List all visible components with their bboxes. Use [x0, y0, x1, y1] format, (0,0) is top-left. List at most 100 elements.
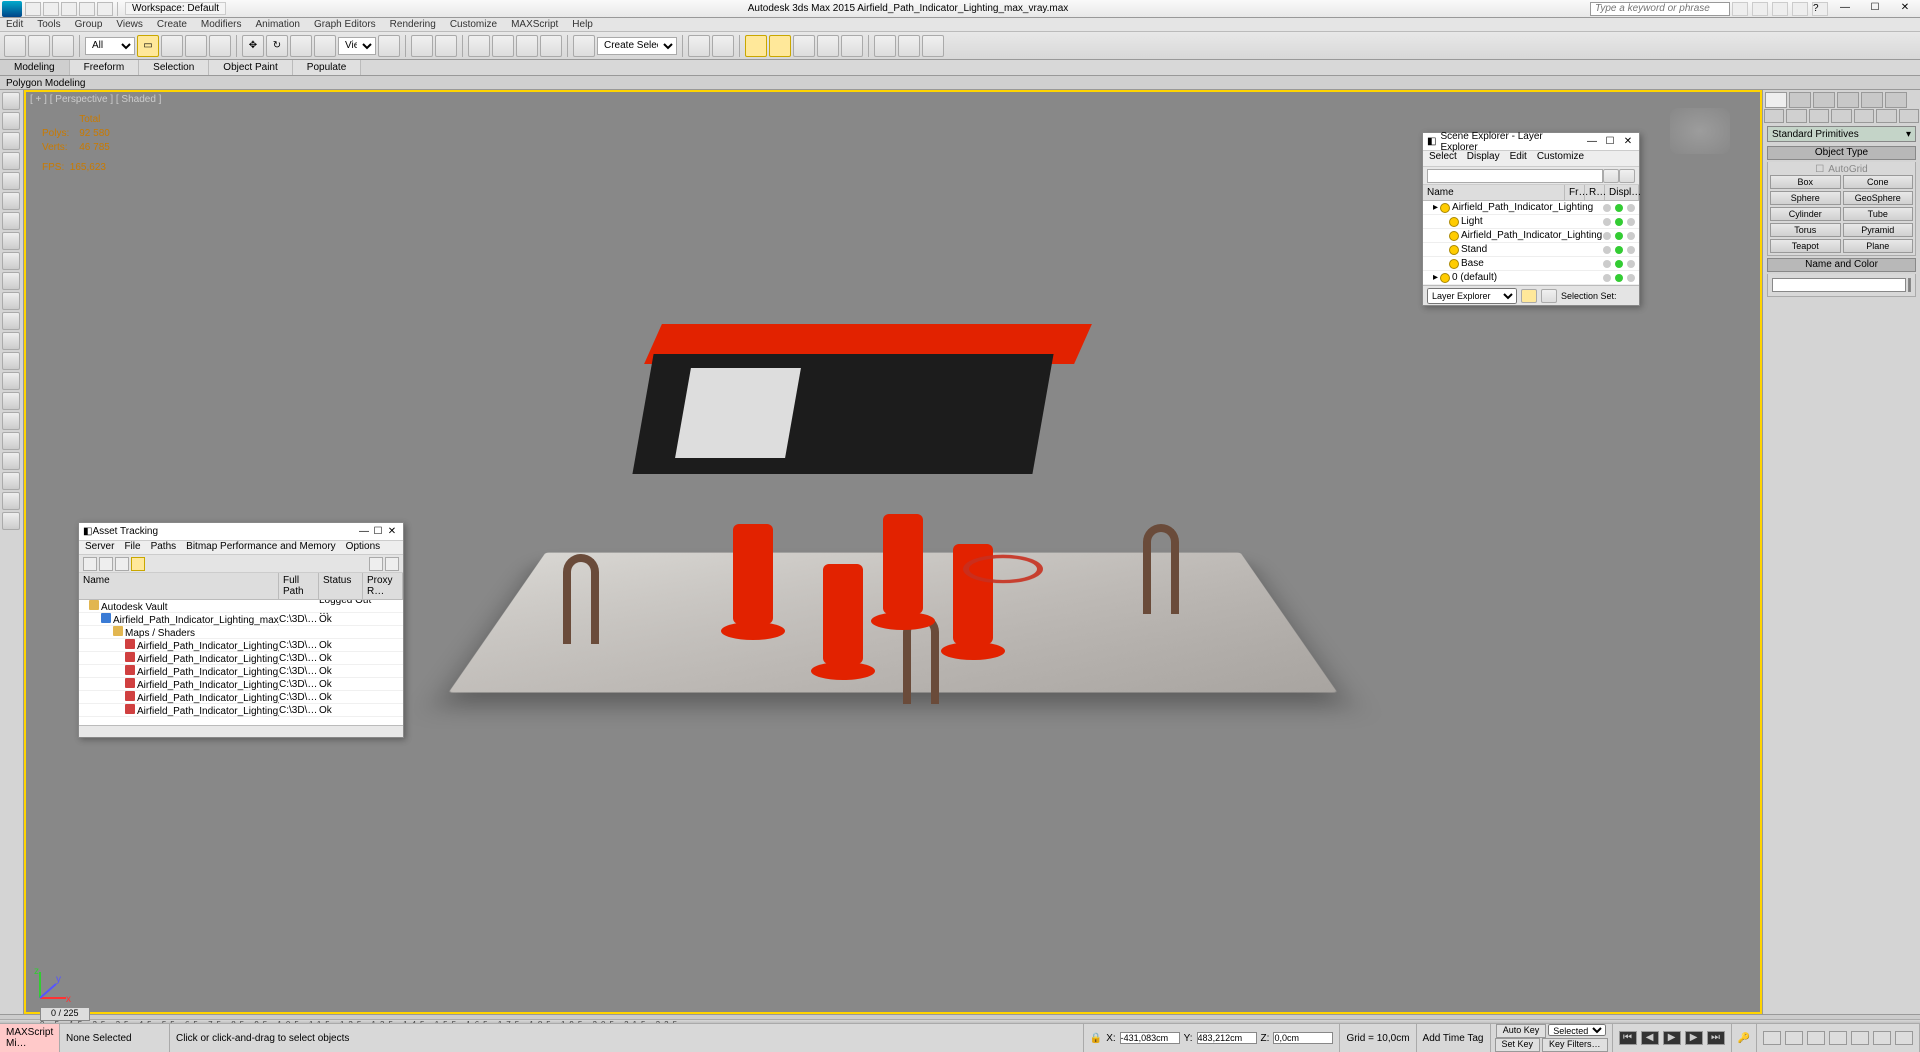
close-button[interactable]: ✕	[1890, 1, 1920, 17]
bind-spacewarp-icon[interactable]	[52, 35, 74, 57]
unlink-icon[interactable]	[28, 35, 50, 57]
viewcube[interactable]	[1670, 108, 1730, 154]
select-by-name-icon[interactable]	[161, 35, 183, 57]
motion-tab-icon[interactable]	[1837, 92, 1859, 108]
workspace-selector[interactable]: Workspace: Default	[125, 2, 226, 15]
y-input[interactable]	[1197, 1032, 1257, 1044]
select-manipulate-icon[interactable]	[411, 35, 433, 57]
lt-icon[interactable]	[2, 192, 20, 210]
selection-filter-dropdown[interactable]: All	[85, 37, 135, 55]
horizontal-scrollbar[interactable]	[79, 725, 403, 737]
menu-views[interactable]: Views	[116, 19, 143, 30]
object-name-input[interactable]	[1772, 278, 1906, 292]
tree-row[interactable]: Light	[1423, 215, 1639, 229]
menu-group[interactable]: Group	[75, 19, 103, 30]
lt-icon[interactable]	[2, 252, 20, 270]
at-proxy-icon[interactable]	[369, 557, 383, 571]
ref-coord-dropdown[interactable]: View	[338, 37, 376, 55]
lt-icon[interactable]	[2, 212, 20, 230]
time-slider[interactable]: 0 / 225	[0, 1015, 1920, 1019]
se-menu-display[interactable]: Display	[1467, 151, 1500, 166]
tree-row[interactable]: ▸Airfield_Path_Indicator_Lighting	[1423, 201, 1639, 215]
se-menu-customize[interactable]: Customize	[1537, 151, 1584, 166]
select-region-icon[interactable]	[185, 35, 207, 57]
col-proxy[interactable]: Proxy R…	[363, 573, 403, 599]
align-icon[interactable]	[712, 35, 734, 57]
scene-explorer-titlebar[interactable]: ◧ Scene Explorer - Layer Explorer — ☐ ✕	[1423, 133, 1639, 151]
render-setup-icon[interactable]	[874, 35, 896, 57]
prev-frame-icon[interactable]: ◀	[1641, 1031, 1659, 1045]
primitive-button-sphere[interactable]: Sphere	[1770, 191, 1841, 205]
modify-tab-icon[interactable]	[1789, 92, 1811, 108]
close-button[interactable]: ✕	[385, 526, 399, 537]
minimize-button[interactable]: —	[357, 526, 371, 537]
tree-row[interactable]: Base	[1423, 257, 1639, 271]
asset-row[interactable]: Autodesk VaultLogged Out …	[79, 600, 403, 613]
maxscript-listener[interactable]: MAXScript Mi…	[0, 1024, 60, 1052]
lt-icon[interactable]	[2, 92, 20, 110]
primitive-button-geosphere[interactable]: GeoSphere	[1843, 191, 1914, 205]
signin-icon[interactable]	[1732, 2, 1748, 16]
tree-row[interactable]: Airfield_Path_Indicator_Lighting	[1423, 229, 1639, 243]
at-highlight-icon[interactable]	[131, 557, 145, 571]
qat-save-icon[interactable]	[61, 2, 77, 16]
time-tag[interactable]: Add Time Tag	[1417, 1024, 1491, 1052]
menu-customize[interactable]: Customize	[450, 19, 497, 30]
use-pivot-icon[interactable]	[378, 35, 400, 57]
lt-icon[interactable]	[2, 392, 20, 410]
select-object-icon[interactable]: ▭	[137, 35, 159, 57]
menu-create[interactable]: Create	[157, 19, 187, 30]
minimize-button[interactable]: —	[1830, 1, 1860, 17]
help-icon[interactable]: ?	[1812, 2, 1828, 16]
primitive-button-box[interactable]: Box	[1770, 175, 1841, 189]
asset-tracking-list[interactable]: Autodesk VaultLogged Out … Airfield_Path_…	[79, 600, 403, 725]
edit-named-sel-icon[interactable]	[573, 35, 595, 57]
material-editor-icon[interactable]	[841, 35, 863, 57]
lt-icon[interactable]	[2, 132, 20, 150]
window-crossing-icon[interactable]	[209, 35, 231, 57]
exchange-icon[interactable]	[1752, 2, 1768, 16]
minimize-button[interactable]: —	[1585, 136, 1599, 147]
lt-icon[interactable]	[2, 432, 20, 450]
lt-icon[interactable]	[2, 292, 20, 310]
se-mode-dropdown[interactable]: Layer Explorer	[1427, 288, 1517, 304]
link-icon[interactable]	[4, 35, 26, 57]
geometry-icon[interactable]	[1764, 109, 1784, 123]
layer-explorer-icon[interactable]	[769, 35, 791, 57]
render-frame-icon[interactable]	[898, 35, 920, 57]
se-lock-icon[interactable]	[1521, 289, 1537, 303]
pan-icon[interactable]	[1851, 1031, 1869, 1045]
at-refresh-icon[interactable]	[83, 557, 97, 571]
se-menu-select[interactable]: Select	[1429, 151, 1457, 166]
scene-explorer-window[interactable]: ◧ Scene Explorer - Layer Explorer — ☐ ✕ …	[1422, 132, 1640, 306]
scene-explorer-icon[interactable]	[745, 35, 767, 57]
app-logo[interactable]	[2, 1, 22, 17]
favorite-icon[interactable]	[1772, 2, 1788, 16]
at-settings-icon[interactable]	[385, 557, 399, 571]
angle-snap-icon[interactable]	[492, 35, 514, 57]
maximize-button[interactable]: ☐	[1860, 1, 1890, 17]
menu-modifiers[interactable]: Modifiers	[201, 19, 242, 30]
se-menu-edit[interactable]: Edit	[1510, 151, 1527, 166]
shapes-icon[interactable]	[1786, 109, 1806, 123]
keyboard-shortcut-icon[interactable]	[435, 35, 457, 57]
select-rotate-icon[interactable]: ↻	[266, 35, 288, 57]
asset-row[interactable]: Airfield_Path_Indicator_Lighting_Diffuse…	[79, 639, 403, 652]
create-tab-icon[interactable]	[1765, 92, 1787, 108]
display-tab-icon[interactable]	[1861, 92, 1883, 108]
toggle-icon[interactable]	[1792, 2, 1808, 16]
zoom-extents-icon[interactable]	[1807, 1031, 1825, 1045]
asset-row[interactable]: Airfield_Path_Indicator_Lighting_Normal.…	[79, 678, 403, 691]
asset-tracking-window[interactable]: ◧ Asset Tracking — ☐ ✕ Server File Paths…	[78, 522, 404, 738]
qat-new-icon[interactable]	[25, 2, 41, 16]
select-place-icon[interactable]	[314, 35, 336, 57]
lt-icon[interactable]	[2, 512, 20, 530]
autogrid-checkbox[interactable]: ☐AutoGrid	[1770, 164, 1913, 175]
tree-row[interactable]: Stand	[1423, 243, 1639, 257]
at-menu-file[interactable]: File	[124, 541, 140, 554]
primitive-button-plane[interactable]: Plane	[1843, 239, 1914, 253]
col-name[interactable]: Name	[1423, 185, 1565, 200]
col-fr[interactable]: Fr…	[1565, 185, 1585, 200]
ribbon-tab-objectpaint[interactable]: Object Paint	[209, 60, 292, 75]
tree-row[interactable]: ▸0 (default)	[1423, 271, 1639, 285]
